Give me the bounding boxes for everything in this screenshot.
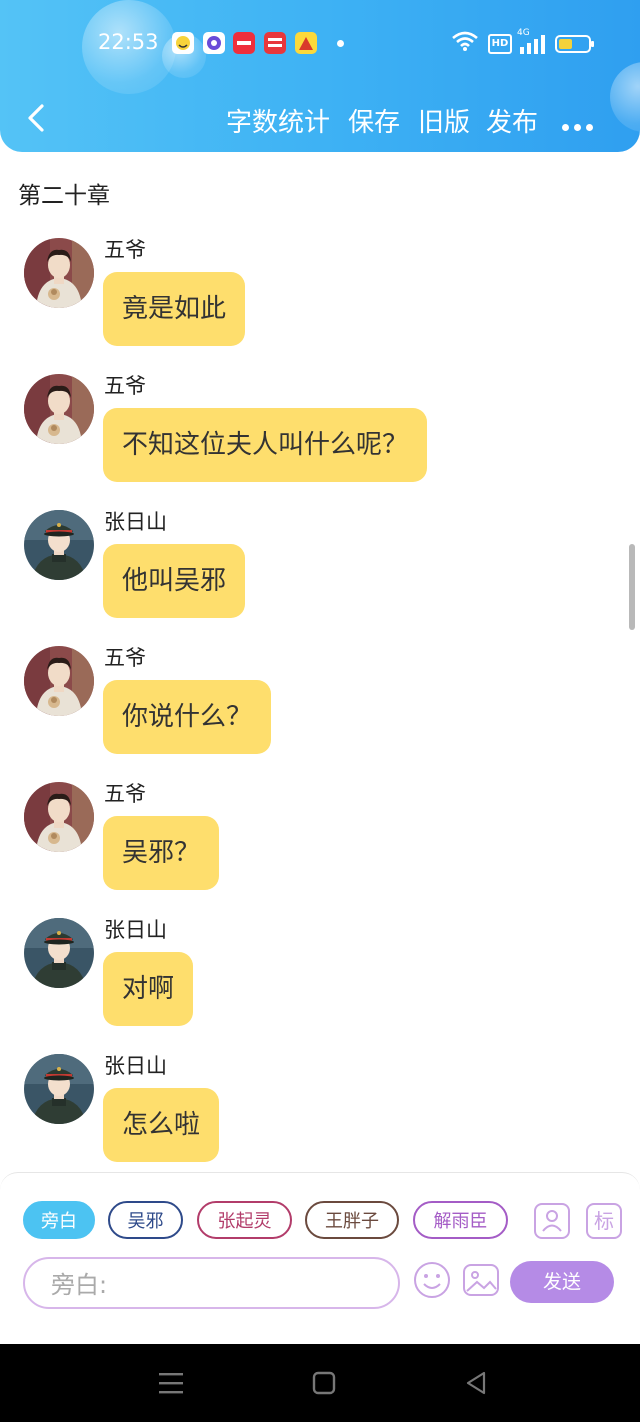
toutiao-app-icon [264,32,286,54]
hd-badge: HD [488,34,512,54]
word-count-button[interactable]: 字数统计 [226,102,330,139]
old-version-button[interactable]: 旧版 [418,102,470,139]
smile-app-icon [172,32,194,54]
sender-name: 五爷 [104,646,146,670]
avatar[interactable] [24,918,94,988]
status-bar: 22:53 HD 4G [0,22,640,62]
message-item: 五爷 不知这位夫人叫什么呢？ [0,374,640,494]
sender-name: 五爷 [104,782,146,806]
character-chip-zhangqiling[interactable]: 张起灵 [197,1201,292,1239]
emoji-icon[interactable] [413,1261,451,1299]
chevron-left-icon [28,104,44,132]
message-bubble[interactable]: 他叫吴邪 [103,544,246,618]
avatar[interactable] [24,646,94,716]
status-time: 22:53 [98,30,159,54]
sender-name: 张日山 [104,510,167,534]
message-bubble[interactable]: 竟是如此 [103,272,246,346]
character-chip-xieyuchen[interactable]: 解雨臣 [413,1201,508,1239]
message-item: 张日山 怎么啦 [0,1054,640,1174]
system-nav-bar [0,1344,640,1422]
wifi-icon [451,30,479,56]
avatar[interactable] [24,510,94,580]
add-character-icon[interactable] [534,1203,570,1239]
message-input-box[interactable] [23,1257,400,1309]
message-item: 五爷 竟是如此 [0,238,640,358]
back-button[interactable] [22,100,52,136]
chapter-title: 第二十章 [18,183,110,209]
avatar[interactable] [24,782,94,852]
sender-name: 张日山 [104,918,167,942]
message-item: 五爷 吴邪？ [0,782,640,902]
send-button[interactable]: 发送 [510,1261,614,1303]
notification-dot [337,40,344,47]
avatar[interactable] [24,1054,94,1124]
message-item: 五爷 你说什么？ [0,646,640,766]
more-icon[interactable] [562,116,598,135]
nav-bar: 字数统计 保存 旧版 发布 [0,96,640,142]
composer-panel: 旁白 吴邪 张起灵 王胖子 解雨臣 标 发送 [0,1172,640,1345]
character-chip-wangpangzi[interactable]: 王胖子 [305,1201,399,1239]
bird-app-icon [295,32,317,54]
xiaohongshu-app-icon [233,32,255,54]
character-chip-narrator[interactable]: 旁白 [23,1201,95,1239]
sender-name: 张日山 [104,1054,167,1078]
mark-button[interactable]: 标 [586,1203,622,1239]
message-bubble[interactable]: 吴邪？ [103,816,220,890]
save-button[interactable]: 保存 [348,102,400,139]
image-icon[interactable] [462,1261,500,1299]
sender-name: 五爷 [104,238,146,262]
avatar[interactable] [24,374,94,444]
avatar[interactable] [24,238,94,308]
message-item: 张日山 对啊 [0,918,640,1038]
message-bubble[interactable]: 对啊 [103,952,194,1026]
chat-app-icon [203,32,225,54]
back-triangle-icon[interactable] [464,1371,488,1399]
scrollbar[interactable] [629,544,635,630]
message-bubble[interactable]: 你说什么？ [103,680,272,754]
message-item: 张日山 他叫吴邪 [0,510,640,630]
top-header: 22:53 HD 4G 字数统计 保存 旧版 发布 [0,0,640,152]
home-icon[interactable] [312,1371,336,1399]
signal-icon [519,34,547,58]
menu-icon[interactable] [159,1371,183,1399]
publish-button[interactable]: 发布 [486,102,538,139]
message-input[interactable] [49,1267,373,1303]
battery-icon [555,34,595,58]
message-bubble[interactable]: 不知这位夫人叫什么呢？ [103,408,428,482]
sender-name: 五爷 [104,374,146,398]
message-bubble[interactable]: 怎么啦 [103,1088,220,1162]
character-chip-wuxie[interactable]: 吴邪 [108,1201,183,1239]
